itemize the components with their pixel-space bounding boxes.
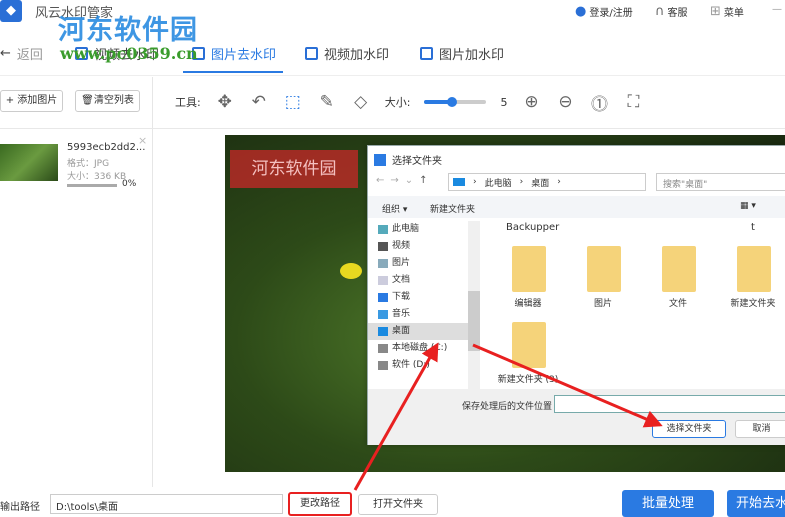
arrow-to-tree: [353, 342, 439, 491]
annotation-arrows: [353, 342, 663, 491]
arrow-to-select-button: [472, 343, 663, 428]
